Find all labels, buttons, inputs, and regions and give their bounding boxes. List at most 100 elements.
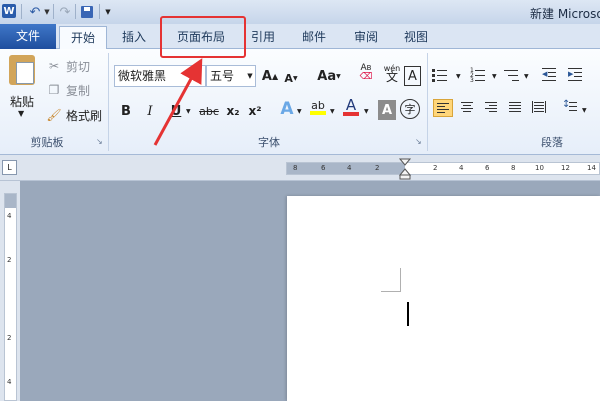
paste-icon: [9, 55, 35, 85]
text-effects-button[interactable]: A: [278, 99, 296, 119]
undo-dropdown-icon[interactable]: ▼: [43, 4, 51, 20]
line-spacing-icon[interactable]: ↕: [562, 99, 578, 115]
shrink-font-button[interactable]: A ▼: [284, 68, 298, 88]
character-shading-button[interactable]: A: [378, 100, 396, 120]
chevron-down-icon[interactable]: ▼: [244, 65, 256, 87]
paragraph-group-label: 段落: [541, 136, 563, 149]
format-painter-label: 格式刷: [66, 108, 103, 123]
horizontal-ruler[interactable]: 8 6 4 2 2 4 6 8 10 12 14: [286, 162, 600, 175]
ruler-tick-label: 4: [347, 164, 352, 172]
highlight-button[interactable]: ab: [308, 97, 328, 117]
strikethrough-button[interactable]: abc: [198, 101, 220, 121]
character-border-button[interactable]: A: [404, 66, 421, 86]
grow-font-button[interactable]: A ▲: [262, 66, 278, 86]
cut-button[interactable]: ✂ 剪切: [46, 57, 90, 75]
change-case-button[interactable]: Aa ▼: [316, 66, 342, 86]
subscript-button[interactable]: x₂: [224, 101, 242, 121]
ruler-tick-label: 6: [321, 164, 326, 172]
tab-home[interactable]: 开始: [59, 26, 107, 50]
redo-icon[interactable]: ↷: [58, 4, 72, 20]
vruler-tick-label: 2: [7, 334, 12, 342]
window-title: 新建 Microsoft Word 文档: [530, 7, 600, 21]
vertical-ruler-bar: 4 2 2 4: [0, 181, 20, 401]
bold-button[interactable]: B: [118, 101, 134, 121]
cut-label: 剪切: [66, 59, 91, 74]
tab-file[interactable]: 文件: [0, 24, 56, 49]
underline-button[interactable]: U: [168, 101, 184, 121]
vruler-tick-label: 4: [7, 378, 12, 386]
ruler-tick-label: 2: [375, 164, 380, 172]
toolbar-divider: [53, 4, 54, 19]
toolbar-divider: [99, 4, 100, 19]
italic-button[interactable]: I: [142, 101, 158, 121]
decrease-indent-icon[interactable]: ◀: [542, 68, 558, 82]
format-painter-button[interactable]: 🖌 格式刷: [46, 106, 102, 124]
ruler-tick-label: 12: [561, 164, 570, 172]
align-left-icon[interactable]: [433, 99, 453, 117]
ribbon-home: 粘贴 ▼ ✂ 剪切 ❐ 复制 🖌 格式刷 剪贴板 ↘ 微软雅黑 五号 ▼ A ▲ …: [0, 49, 600, 155]
bullets-dropdown-icon[interactable]: ▼: [456, 73, 461, 80]
font-launcher-icon[interactable]: ↘: [415, 138, 423, 146]
superscript-button[interactable]: x²: [246, 101, 264, 121]
underline-dropdown-icon[interactable]: ▼: [186, 108, 191, 115]
word-logo-icon: W: [2, 4, 16, 18]
paste-label: 粘贴: [9, 95, 34, 109]
vertical-ruler[interactable]: 4 2 2 4: [4, 193, 17, 401]
ruler-tick-label: 10: [535, 164, 544, 172]
highlight-dropdown-icon[interactable]: ▼: [330, 108, 335, 115]
ruler-tick-label: 6: [485, 164, 490, 172]
document-page[interactable]: [287, 196, 600, 401]
increase-indent-icon[interactable]: ▶: [568, 68, 584, 82]
justify-icon[interactable]: [508, 102, 524, 116]
distributed-align-icon[interactable]: [532, 101, 548, 115]
numbering-icon[interactable]: 123: [470, 68, 486, 84]
ruler-tick-label: 2: [433, 164, 438, 172]
text-cursor: [407, 302, 409, 326]
indent-marker-icon[interactable]: [399, 157, 411, 181]
customize-toolbar-icon[interactable]: ▼: [104, 4, 112, 20]
bullets-icon[interactable]: [432, 68, 448, 82]
text-effects-dropdown-icon[interactable]: ▼: [297, 108, 302, 115]
ruler-tick-label: 14: [587, 164, 596, 172]
copy-icon: ❐: [48, 83, 60, 97]
font-group-label: 字体: [258, 136, 280, 149]
clipboard-group-label: 剪贴板: [30, 136, 64, 149]
title-bar: W ↶ ▼ ↷ ▼ 新建 Microsoft Word 文档: [0, 0, 600, 24]
tab-review[interactable]: 审阅: [342, 26, 390, 49]
align-right-icon[interactable]: [484, 102, 500, 116]
paste-dropdown-icon[interactable]: ▼: [18, 109, 24, 118]
paste-button[interactable]: 粘贴 ▼: [4, 53, 40, 118]
clipboard-launcher-icon[interactable]: ↘: [96, 138, 104, 146]
align-center-icon[interactable]: [460, 102, 476, 116]
group-divider: [108, 53, 109, 151]
copy-label: 复制: [66, 83, 91, 98]
ruler-tick-label: 4: [459, 164, 464, 172]
tab-insert[interactable]: 插入: [110, 26, 158, 49]
multilevel-dropdown-icon[interactable]: ▼: [524, 73, 529, 80]
ribbon-tabs: 文件 开始 插入 页面布局 引用 邮件 审阅 视图: [0, 24, 600, 50]
font-color-button[interactable]: A: [342, 97, 360, 117]
copy-button[interactable]: ❐ 复制: [46, 81, 90, 99]
font-name-select[interactable]: 微软雅黑: [114, 65, 206, 87]
numbering-dropdown-icon[interactable]: ▼: [492, 73, 497, 80]
save-icon[interactable]: [80, 4, 94, 20]
font-color-dropdown-icon[interactable]: ▼: [364, 108, 369, 115]
tab-stop-selector-icon[interactable]: L: [2, 160, 17, 175]
tab-references[interactable]: 引用: [240, 26, 286, 49]
group-divider: [427, 53, 428, 151]
tab-view[interactable]: 视图: [392, 26, 440, 49]
clear-format-button[interactable]: AB ⌫: [356, 63, 376, 83]
enclose-characters-button[interactable]: 字: [400, 99, 420, 119]
undo-icon[interactable]: ↶: [28, 4, 42, 20]
margin-corner-mark: [381, 268, 401, 292]
line-spacing-dropdown-icon[interactable]: ▼: [582, 107, 587, 114]
tab-mailings[interactable]: 邮件: [290, 26, 338, 49]
multilevel-list-icon[interactable]: [504, 68, 520, 82]
phonetic-guide-button[interactable]: wén 文: [382, 63, 402, 83]
toolbar-divider: [21, 4, 22, 19]
vruler-tick-label: 2: [7, 256, 12, 264]
toolbar-divider: [75, 4, 76, 19]
ruler-tick-label: 8: [511, 164, 516, 172]
ruler-left-margin: [287, 163, 405, 174]
paintbrush-icon: 🖌: [46, 108, 62, 122]
